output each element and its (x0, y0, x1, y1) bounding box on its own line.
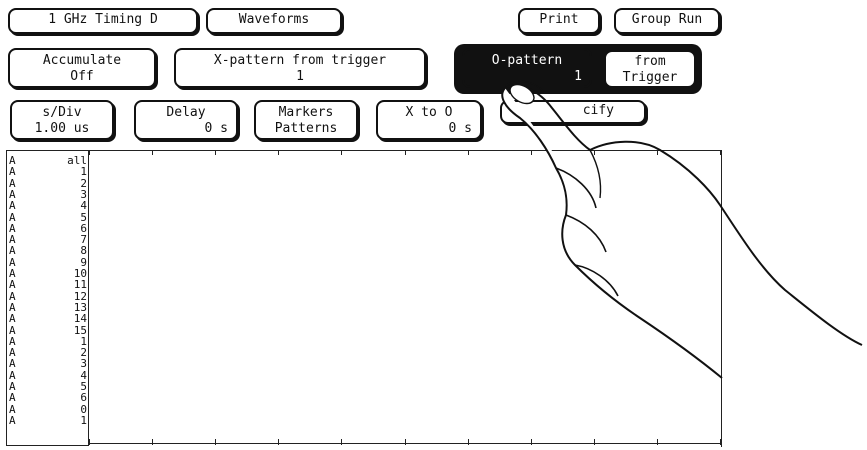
pointing-hand-icon (501, 80, 863, 379)
